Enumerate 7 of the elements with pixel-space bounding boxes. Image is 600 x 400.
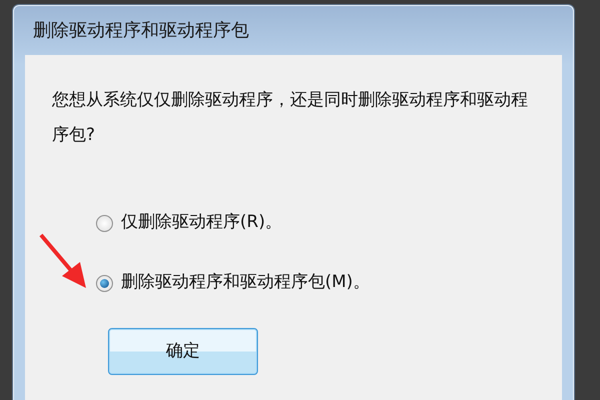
question-text: 您想从系统仅仅删除驱动程序，还是同时删除驱动程序和驱动程序包? — [52, 89, 529, 147]
radio-button[interactable] — [96, 274, 113, 292]
ok-button[interactable]: 确定 — [108, 328, 258, 375]
window-title: 删除驱动程序和驱动程序包 — [33, 18, 249, 42]
radio-button[interactable] — [96, 214, 113, 232]
option-label[interactable]: 删除驱动程序和驱动程序包(M)。 — [121, 270, 370, 296]
option-label[interactable]: 仅删除驱动程序(R)。 — [121, 210, 282, 236]
